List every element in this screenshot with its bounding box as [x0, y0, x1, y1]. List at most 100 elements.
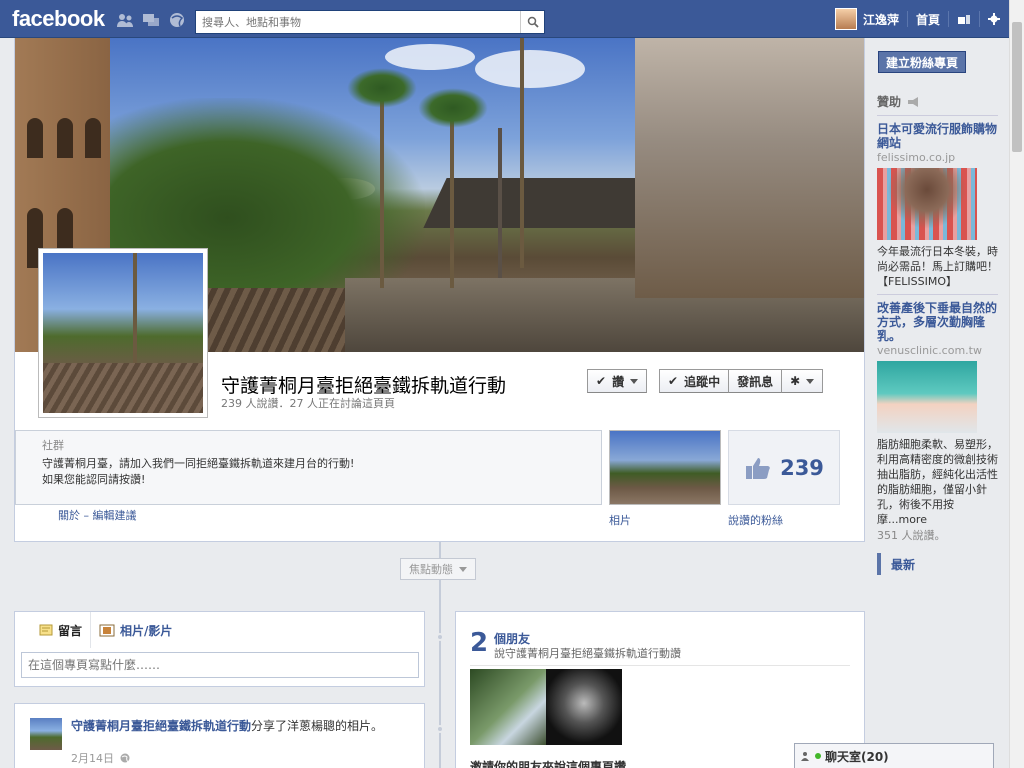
palm-fronds — [347, 68, 417, 108]
composer-tabs: 留言 相片/影片 — [15, 612, 424, 648]
tab-status-label: 留言 — [58, 623, 83, 638]
ad-title[interactable]: 日本可愛流行服飾購物網站 — [877, 122, 998, 150]
page-title: 守護菁桐月臺拒絕臺鐵拆軌道行動 — [221, 375, 507, 397]
highlights-label: 焦點動態 — [409, 563, 453, 576]
chevron-down-icon — [630, 378, 639, 384]
station-building — [635, 38, 864, 298]
about-link[interactable]: 關於 — [58, 509, 80, 522]
page-scrollbar[interactable] — [1009, 0, 1024, 768]
post-composer: 留言 相片/影片 — [14, 611, 425, 687]
settings-icon[interactable] — [988, 13, 1000, 25]
ad-title[interactable]: 改善產後下垂最自然的方式，多層次勤胸隆乳。 — [877, 301, 998, 343]
palm-tree — [133, 253, 137, 363]
invite-friends-heading[interactable]: 邀請你的朋友來說這個專頁讚 — [470, 758, 626, 768]
palm-tree — [450, 108, 454, 288]
tab-photo-label: 相片/影片 — [120, 623, 173, 638]
railway-track — [43, 363, 203, 413]
chevron-down-icon — [806, 378, 815, 384]
window — [27, 118, 43, 158]
ad-item[interactable]: 日本可愛流行服飾購物網站 felissimo.co.jp 今年最流行日本冬裝，時… — [877, 122, 998, 295]
window — [57, 118, 73, 158]
page-category: 社群 — [42, 439, 64, 452]
friend-avatar[interactable] — [546, 669, 622, 745]
chat-person-icon — [801, 752, 809, 761]
likes-link[interactable]: 說讚的粉絲 — [728, 512, 783, 528]
messages-icon[interactable] — [142, 12, 160, 28]
search-input[interactable] — [196, 11, 516, 33]
palm-tree — [520, 38, 524, 268]
facebook-logo[interactable]: facebook — [12, 6, 105, 32]
story-date[interactable]: 2月14日 — [71, 750, 114, 766]
ad-url: venusclinic.com.tw — [877, 344, 982, 357]
search-box — [195, 10, 545, 34]
profile-picture[interactable] — [38, 248, 208, 418]
ad-body: 脂肪細胞柔軟、易塑形，利用高精密度的微創技術抽出脂肪，經純化出活性的脂肪細胞，僅… — [877, 438, 998, 526]
like-button[interactable]: ✔ 讚 — [587, 369, 648, 393]
timeline-dot — [436, 633, 444, 641]
follow-button[interactable]: ✔ 追蹤中 — [659, 369, 730, 393]
page-description-line2: 如果您能認同請按讚! — [42, 473, 146, 486]
divider — [906, 11, 908, 27]
notifications-icon[interactable] — [168, 12, 186, 28]
tab-photo-video[interactable]: 相片/影片 — [90, 612, 180, 648]
notification-jewels — [116, 12, 186, 28]
about-links: 關於 – 編輯建議 — [58, 507, 137, 523]
likes-count: 239 — [780, 455, 824, 480]
thumbs-up-icon — [746, 457, 770, 479]
user-avatar[interactable] — [834, 8, 857, 30]
tab-status[interactable]: 留言 — [31, 612, 90, 648]
search-icon — [527, 16, 539, 28]
home-link[interactable]: 首頁 — [916, 11, 940, 28]
chat-label: 聊天室(20) — [825, 749, 889, 764]
story-meta: 2月14日 — [71, 750, 130, 766]
status-icon — [39, 624, 53, 636]
divider — [948, 11, 949, 27]
sponsored-heading: 贊助 — [877, 93, 998, 116]
ad-url: felissimo.co.jp — [877, 151, 956, 164]
create-page-button[interactable]: 建立粉絲專頁 — [878, 51, 967, 73]
highlights-filter[interactable]: 焦點動態 — [400, 558, 476, 580]
sponsored-label: 贊助 — [877, 95, 902, 109]
page-description-line1: 守護菁桐月臺，請加入我們一同拒絕臺鐵拆軌道來建月台的行動! — [42, 457, 355, 470]
timeline-story: 守護菁桐月臺拒絕臺鐵拆軌道行動分享了洋蔥楊聰的相片。 2月14日 — [14, 703, 425, 768]
ad-item[interactable]: 改善產後下垂最自然的方式，多層次勤胸隆乳。 venusclinic.com.tw… — [877, 301, 998, 548]
friend-avatar[interactable] — [470, 669, 546, 745]
photos-thumbnail[interactable] — [609, 430, 721, 505]
palm-tree — [380, 88, 384, 288]
ad-image[interactable] — [877, 361, 977, 433]
page-settings-button[interactable]: ✱ — [782, 369, 824, 393]
cloud — [475, 50, 585, 88]
search-button[interactable] — [520, 11, 544, 33]
chat-bar[interactable]: 聊天室(20) — [794, 743, 994, 768]
top-bar: facebook 江逸萍 首頁 — [0, 0, 1024, 38]
story-actor-link[interactable]: 守護菁桐月臺拒絕臺鐵拆軌道行動 — [71, 719, 251, 733]
page-stats: 239 人說讚．27 人正在討論這頁頁 — [221, 397, 395, 410]
lamp-post — [498, 128, 502, 278]
window — [85, 118, 101, 158]
top-nav-right: 江逸萍 首頁 — [834, 0, 1000, 38]
story-text: 守護菁桐月臺拒絕臺鐵拆軌道行動分享了洋蔥楊聰的相片。 — [71, 718, 391, 734]
recent-nav-item[interactable]: 最新 — [877, 553, 915, 575]
edit-suggestion-link[interactable]: – 編輯建議 — [84, 509, 137, 522]
post-input[interactable] — [21, 652, 419, 678]
ad-image[interactable] — [877, 168, 977, 240]
story-actor-thumbnail[interactable] — [30, 718, 62, 750]
scrollbar-thumb[interactable] — [1012, 22, 1022, 152]
timeline-dot — [436, 725, 444, 733]
friends-count: 2 — [470, 628, 489, 658]
palm-fronds — [418, 88, 488, 128]
friend-requests-icon[interactable] — [116, 12, 134, 28]
online-status-icon — [815, 753, 821, 759]
photos-link[interactable]: 相片 — [609, 512, 631, 528]
message-button[interactable]: 發訊息 — [729, 369, 783, 393]
privacy-icon[interactable] — [957, 13, 971, 25]
sponsored-ads: 贊助 日本可愛流行服飾購物網站 felissimo.co.jp 今年最流行日本冬… — [877, 93, 998, 548]
cloud — [385, 44, 475, 70]
page-header: 守護菁桐月臺拒絕臺鐵拆軌道行動 239 人說讚．27 人正在討論這頁頁 ✔ 讚 … — [14, 38, 865, 542]
divider — [979, 11, 980, 27]
about-section[interactable]: 社群 守護菁桐月臺，請加入我們一同拒絕臺鐵拆軌道來建月台的行動! 如果您能認同請… — [15, 430, 602, 505]
likes-box[interactable]: 239 — [728, 430, 840, 505]
ad-likes: 351 人說讚。 — [877, 529, 946, 542]
user-name-link[interactable]: 江逸萍 — [863, 11, 899, 28]
story-action: 分享了洋蔥楊聰的相片。 — [251, 719, 384, 733]
